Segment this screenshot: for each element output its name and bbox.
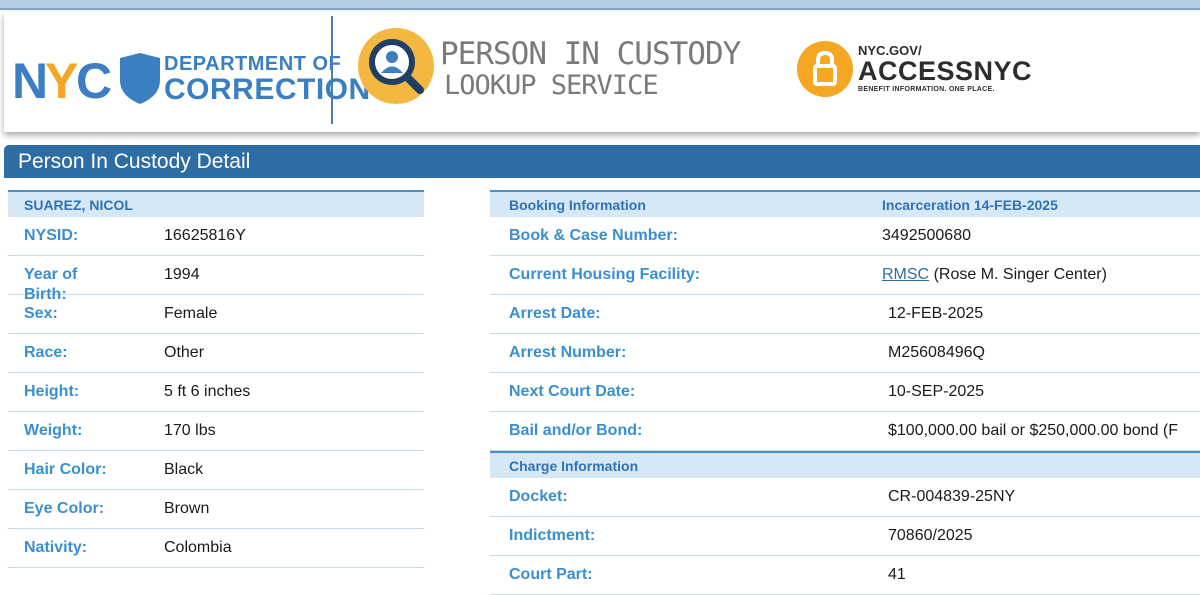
eye-color-value: Brown: [164, 500, 210, 517]
table-row: Eye Color: Brown: [8, 490, 424, 529]
person-name: SUAREZ, NICOL: [24, 197, 133, 213]
bail-bond-value: $100,000.00 bail or $250,000.00 bond (F: [888, 422, 1179, 439]
incarceration-date: Incarceration 14-FEB-2025: [882, 197, 1058, 213]
table-row: Weight: 170 lbs: [8, 412, 424, 451]
indictment-value: 70860/2025: [888, 527, 973, 544]
book-case-number-label: Book & Case Number:: [509, 227, 678, 244]
weight-value: 170 lbs: [164, 422, 216, 439]
booking-details-table: Booking Information Incarceration 14-FEB…: [490, 190, 1200, 595]
nativity-label: Nativity:: [24, 539, 88, 556]
facility-name: (Rose M. Singer Center): [933, 266, 1107, 283]
housing-facility-label: Current Housing Facility:: [509, 266, 701, 283]
header-divider: [331, 16, 333, 124]
court-part-value: 41: [888, 566, 906, 583]
nysid-value: 16625816Y: [164, 227, 246, 244]
table-row: Race: Other: [8, 334, 424, 373]
person-name-header: SUAREZ, NICOL: [8, 190, 424, 217]
table-row: Year of Birth: 1994: [8, 256, 424, 303]
table-row: Hair Color: Black: [8, 451, 424, 490]
table-row: Court Part: 41: [490, 556, 1200, 595]
site-header: N Y C DEPARTMENT OF CORRECTION PERSON IN…: [4, 12, 1200, 132]
lookup-service-title: PERSON IN CUSTODY LOOKUP SERVICE: [440, 36, 741, 102]
department-title: DEPARTMENT OF CORRECTION: [164, 52, 371, 106]
table-row: Arrest Date: 12-FEB-2025: [490, 295, 1200, 334]
year-of-birth-value: 1994: [164, 266, 200, 283]
table-row: NYSID: 16625816Y: [8, 217, 424, 256]
table-row: Indictment: 70860/2025: [490, 517, 1200, 556]
person-search-icon: [358, 28, 434, 104]
charge-header-label: Charge Information: [509, 458, 639, 474]
access-lock-icon[interactable]: [796, 40, 854, 98]
arrest-date-label: Arrest Date:: [509, 305, 601, 322]
court-part-label: Court Part:: [509, 566, 593, 583]
person-details-table: SUAREZ, NICOL NYSID: 16625816Y Year of B…: [8, 190, 424, 568]
height-value: 5 ft 6 inches: [164, 383, 251, 400]
weight-label: Weight:: [24, 422, 83, 439]
department-line2: CORRECTION: [164, 73, 371, 106]
hair-color-label: Hair Color:: [24, 461, 107, 478]
table-row: Docket: CR-004839-25NY: [490, 478, 1200, 517]
sex-value: Female: [164, 305, 218, 322]
facility-link[interactable]: RMSC: [882, 266, 929, 283]
top-accent-bar: [0, 0, 1200, 8]
table-row: Sex: Female: [8, 295, 424, 334]
top-accent-line: [0, 8, 1200, 10]
table-row: Next Court Date: 10-SEP-2025: [490, 373, 1200, 412]
sex-label: Sex:: [24, 305, 58, 322]
housing-facility-value: RMSC (Rose M. Singer Center): [882, 266, 1107, 284]
nativity-value: Colombia: [164, 539, 232, 556]
service-line2: LOOKUP SERVICE: [444, 70, 659, 101]
table-row: Height: 5 ft 6 inches: [8, 373, 424, 412]
section-header: Person In Custody Detail: [4, 145, 1200, 178]
accessnyc-name: ACCESSNYC: [858, 56, 1033, 86]
service-line1: PERSON IN CUSTODY: [440, 36, 741, 72]
arrest-number-label: Arrest Number:: [509, 344, 627, 361]
docket-value: CR-004839-25NY: [888, 488, 1016, 505]
docket-label: Docket:: [509, 488, 568, 505]
table-row: Book & Case Number: 3492500680: [490, 217, 1200, 256]
book-case-number-value: 3492500680: [882, 227, 971, 244]
accessnyc-title[interactable]: NYC.GOV/ ACCESSNYC BENEFIT INFORMATION. …: [858, 44, 1032, 95]
svg-text:Y: Y: [45, 53, 78, 108]
eye-color-label: Eye Color:: [24, 500, 105, 517]
arrest-date-value: 12-FEB-2025: [888, 305, 984, 322]
nyc-doc-logo-icon[interactable]: N Y C: [12, 50, 162, 108]
nysid-label: NYSID:: [24, 227, 79, 244]
accessnyc-tagline: BENEFIT INFORMATION. ONE PLACE.: [858, 86, 995, 93]
booking-header: Booking Information Incarceration 14-FEB…: [490, 190, 1200, 217]
booking-header-label: Booking Information: [509, 197, 646, 213]
hair-color-value: Black: [164, 461, 204, 478]
section-title: Person In Custody Detail: [18, 150, 251, 173]
svg-text:C: C: [76, 53, 111, 108]
indictment-label: Indictment:: [509, 527, 596, 544]
next-court-date-label: Next Court Date:: [509, 383, 636, 400]
arrest-number-value: M25608496Q: [888, 344, 985, 361]
bail-bond-label: Bail and/or Bond:: [509, 422, 643, 439]
table-row: Current Housing Facility: RMSC (Rose M. …: [490, 256, 1200, 295]
table-row: Arrest Number: M25608496Q: [490, 334, 1200, 373]
next-court-date-value: 10-SEP-2025: [888, 383, 985, 400]
svg-text:N: N: [12, 53, 45, 108]
charge-header: Charge Information: [490, 451, 1200, 478]
race-label: Race:: [24, 344, 68, 361]
height-label: Height:: [24, 383, 80, 400]
table-row: Nativity: Colombia: [8, 529, 424, 568]
table-row: Bail and/or Bond: $100,000.00 bail or $2…: [490, 412, 1200, 451]
race-value: Other: [164, 344, 205, 361]
